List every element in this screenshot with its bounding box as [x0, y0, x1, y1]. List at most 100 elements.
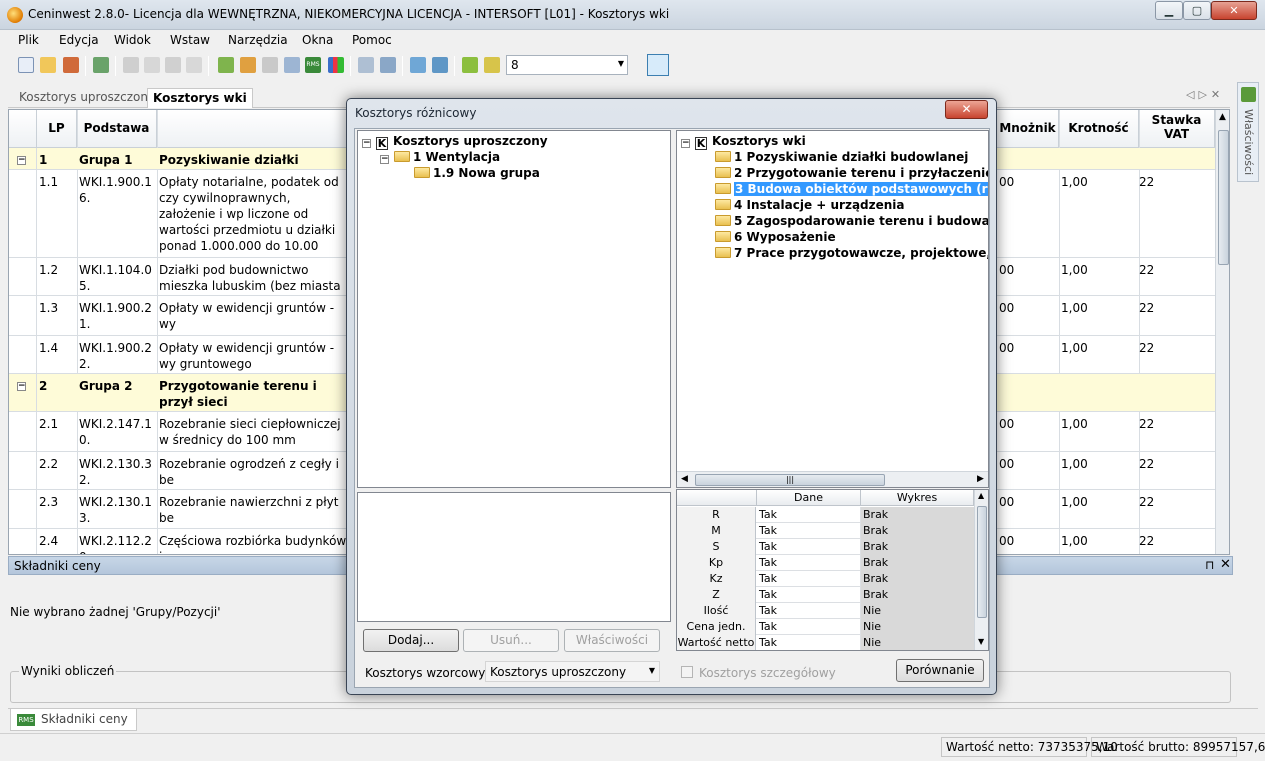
compare-row[interactable]: R Tak Brak — [677, 507, 974, 523]
sort-desc-icon[interactable] — [432, 57, 448, 73]
wlasciwosci-button[interactable]: Właściwości — [564, 629, 660, 652]
scroll-up-icon[interactable]: ▲ — [1219, 112, 1226, 122]
collapse-icon[interactable]: − — [17, 156, 26, 165]
close-icon[interactable]: ✕ — [1220, 557, 1231, 572]
compare-row-wykres[interactable]: Brak — [861, 587, 974, 603]
rms-icon[interactable]: RMS — [305, 57, 321, 73]
copy-icon[interactable] — [144, 57, 160, 73]
menu-widok[interactable]: Widok — [114, 33, 151, 47]
compare-row-wykres[interactable]: Brak — [861, 523, 974, 539]
open-folder-icon[interactable] — [40, 57, 56, 73]
compare-row-dane[interactable]: Tak — [757, 587, 861, 603]
tree-node-group[interactable]: 1 Pozyskiwanie działki budowlanej — [715, 149, 968, 165]
compare-vertical-scrollbar[interactable]: ▲ ▼ — [974, 490, 988, 650]
compare-row[interactable]: Ilość Tak Nie — [677, 603, 974, 619]
compare-row-dane[interactable]: Tak — [757, 507, 861, 523]
compare-row-wykres[interactable]: Brak — [861, 555, 974, 571]
porownanie-button[interactable]: Porównanie — [896, 659, 984, 682]
grid-header-vat[interactable]: Stawka VAT — [1139, 110, 1215, 148]
view-list-icon[interactable] — [647, 54, 669, 76]
menu-edycja[interactable]: Edycja — [59, 33, 99, 47]
grid-header-mnoznik[interactable]: Mnożnik — [997, 110, 1059, 148]
delete-icon[interactable] — [186, 57, 202, 73]
properties-side-tab[interactable]: Właściwości — [1237, 82, 1259, 182]
paste-icon[interactable] — [165, 57, 181, 73]
scroll-thumb[interactable] — [1218, 130, 1229, 265]
compare-row-dane[interactable]: Tak — [757, 635, 861, 650]
grid-header-krotnosc[interactable]: Krotność — [1059, 110, 1139, 148]
usun-button[interactable]: Usuń... — [463, 629, 559, 652]
compare-row-dane[interactable]: Tak — [757, 539, 861, 555]
tree-node-group[interactable]: 4 Instalacje + urządzenia — [715, 197, 905, 213]
close-button[interactable]: ✕ — [1211, 1, 1257, 20]
menu-wstaw[interactable]: Wstaw — [170, 33, 210, 47]
tab-navigation[interactable]: ◁▷✕ — [1186, 88, 1224, 101]
add-position-icon[interactable] — [240, 57, 256, 73]
menu-pomoc[interactable]: Pomoc — [352, 33, 392, 47]
tree-node-group[interactable]: 3 Budowa obiektów podstawowych (roboty b — [715, 181, 988, 197]
zoom-level-select[interactable]: 8 ▼ — [506, 55, 628, 75]
compare-row-wykres[interactable]: Brak — [861, 507, 974, 523]
tab-kosztorys-wki[interactable]: Kosztorys wki — [147, 88, 253, 108]
left-estimate-tree[interactable]: − K Kosztorys uproszczony −1 Wentylacja 1.… — [357, 130, 671, 488]
cut-icon[interactable] — [123, 57, 139, 73]
compare-row-wykres[interactable]: Nie — [861, 619, 974, 635]
tree-node-group[interactable]: 7 Prace przygotowawcze, projektowe, obsł… — [715, 245, 988, 261]
row-expander[interactable]: − — [9, 148, 37, 169]
maximize-button[interactable]: ▢ — [1183, 1, 1211, 20]
tree-node-root[interactable]: − K Kosztorys wki — [681, 133, 806, 150]
compare-row[interactable]: Kz Tak Brak — [677, 571, 974, 587]
compare-row-wykres[interactable]: Brak — [861, 571, 974, 587]
right-estimate-tree[interactable]: − K Kosztorys wki 1 Pozyskiwanie działki b… — [676, 130, 989, 488]
menu-okna[interactable]: Okna — [302, 33, 333, 47]
tab-skladniki-ceny[interactable]: RMS Składniki ceny — [10, 709, 137, 731]
compare-row[interactable]: Z Tak Brak — [677, 587, 974, 603]
tree-node-wentylacja[interactable]: −1 Wentylacja — [380, 149, 500, 165]
menu-plik[interactable]: Plik — [18, 33, 39, 47]
report-icon[interactable] — [358, 57, 374, 73]
tree-node-group[interactable]: 6 Wyposażenie — [715, 229, 836, 245]
add-group-icon[interactable] — [218, 57, 234, 73]
tree-node-nowa-grupa[interactable]: 1.9 Nowa grupa — [414, 165, 540, 181]
new-file-icon[interactable] — [18, 57, 34, 73]
dialog-close-button[interactable]: ✕ — [945, 100, 988, 119]
tree-node-root[interactable]: − K Kosztorys uproszczony — [362, 133, 548, 150]
menu-narzedzia[interactable]: Narzędzia — [228, 33, 288, 47]
scroll-down-icon[interactable]: ▼ — [978, 637, 984, 646]
collapse-icon[interactable]: − — [17, 382, 26, 391]
compare-row-dane[interactable]: Tak — [757, 555, 861, 571]
collapse-icon[interactable]: − — [681, 139, 690, 148]
collapse-icon[interactable]: − — [380, 155, 389, 164]
expand-icon[interactable] — [462, 57, 478, 73]
pin-icon[interactable]: ⊓ — [1205, 558, 1214, 572]
dodaj-button[interactable]: Dodaj... — [363, 629, 459, 652]
compare-row-dane[interactable]: Tak — [757, 523, 861, 539]
save-icon[interactable] — [63, 57, 79, 73]
compare-row-dane[interactable]: Tak — [757, 603, 861, 619]
tree-icon[interactable] — [262, 57, 278, 73]
scroll-thumb[interactable]: ||| — [695, 474, 885, 486]
view-detail-icon[interactable] — [669, 54, 691, 76]
scroll-left-icon[interactable]: ◀ — [681, 474, 688, 484]
tree-node-group[interactable]: 2 Przygotowanie terenu i przyłaczenie ob… — [715, 165, 988, 181]
scroll-up-icon[interactable]: ▲ — [978, 491, 984, 500]
compare-row[interactable]: Wartość netto Tak Nie — [677, 635, 974, 650]
compare-row[interactable]: Kp Tak Brak — [677, 555, 974, 571]
kosztorys-wzorcowy-select[interactable]: Kosztorys uproszczony ▼ — [485, 661, 660, 682]
catalog-icon[interactable] — [284, 57, 300, 73]
scroll-thumb[interactable] — [977, 506, 987, 618]
tree-horizontal-scrollbar[interactable]: ◀ ||| ▶ — [677, 471, 988, 487]
grid-vertical-scrollbar[interactable]: ▲ — [1215, 110, 1229, 554]
tree-node-group[interactable]: 5 Zagospodarowanie terenu i budowa obiek… — [715, 213, 988, 229]
row-expander[interactable]: − — [9, 374, 37, 411]
sort-asc-icon[interactable] — [410, 57, 426, 73]
compare-row-dane[interactable]: Tak — [757, 619, 861, 635]
compare-row-wykres[interactable]: Nie — [861, 635, 974, 650]
chart-icon[interactable] — [328, 57, 344, 73]
comparison-options-grid[interactable]: Dane Wykres R Tak Brak M Tak Brak S Tak Brak Kp Ta… — [676, 489, 989, 651]
print-icon[interactable] — [93, 57, 109, 73]
compare-row[interactable]: S Tak Brak — [677, 539, 974, 555]
compare-row-dane[interactable]: Tak — [757, 571, 861, 587]
grid-header-lp[interactable]: LP — [37, 110, 77, 148]
compare-row[interactable]: M Tak Brak — [677, 523, 974, 539]
